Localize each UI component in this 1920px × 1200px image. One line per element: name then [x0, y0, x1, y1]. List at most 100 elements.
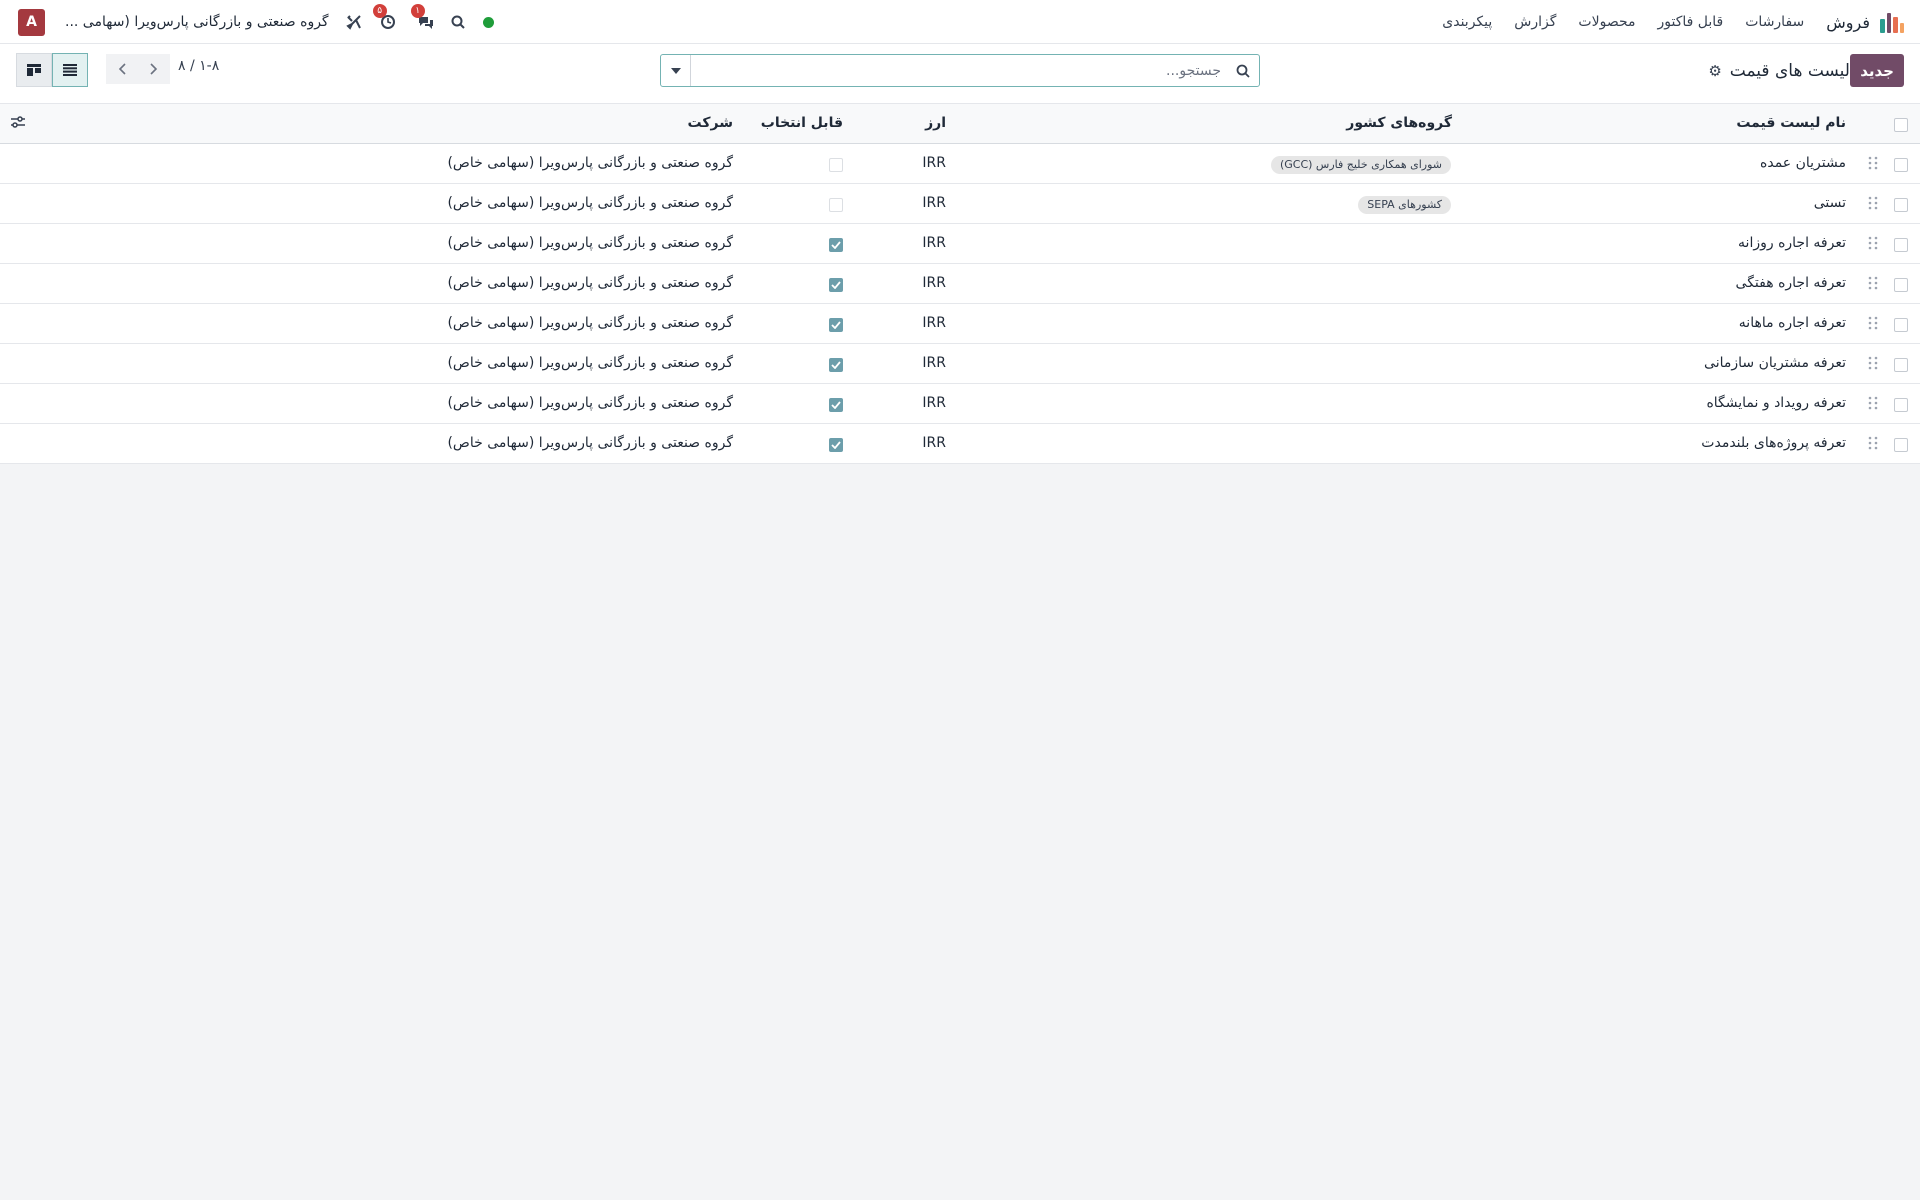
- selectable-checkbox: [829, 158, 843, 172]
- selectable-checkbox: [829, 238, 843, 252]
- table-row[interactable]: تعرفه مشتریان سازمانی IRR گروه صنعتی و باز…: [0, 344, 1920, 384]
- row-checkbox[interactable]: [1894, 278, 1908, 292]
- select-all-checkbox[interactable]: [1894, 118, 1908, 132]
- check-icon: [831, 361, 841, 369]
- search-submit-icon[interactable]: [1233, 61, 1253, 81]
- app-title[interactable]: فروش: [1826, 13, 1870, 32]
- sales-app-icon[interactable]: [1880, 11, 1904, 33]
- row-checkbox[interactable]: [1894, 358, 1908, 372]
- pager-buttons: [106, 54, 170, 84]
- row-checkbox[interactable]: [1894, 398, 1908, 412]
- table-row[interactable]: مشتریان عمده شورای همکاری خلیج فارس (GCC)…: [0, 144, 1920, 184]
- header-name[interactable]: نام لیست قیمت: [1736, 115, 1846, 131]
- drag-handle-icon[interactable]: [1868, 276, 1878, 290]
- optional-columns-icon[interactable]: [10, 114, 26, 130]
- search-bar: [660, 54, 1260, 87]
- drag-handle-icon[interactable]: [1868, 436, 1878, 450]
- list-view-button[interactable]: [52, 53, 88, 87]
- pricelist-name[interactable]: تعرفه پروژه‌های بلندمدت: [1701, 435, 1846, 451]
- pager-previous-button[interactable]: [106, 54, 138, 84]
- company-value: گروه صنعتی و بازرگانی پارس‌ویرا (سهامی خ…: [447, 315, 733, 331]
- table-row[interactable]: تعرفه اجاره هفتگی IRR گروه صنعتی و بازرگان…: [0, 264, 1920, 304]
- kanban-view-button[interactable]: [16, 53, 52, 87]
- table-row[interactable]: تعرفه اجاره روزانه IRR گروه صنعتی و بازرگا…: [0, 224, 1920, 264]
- header-currency[interactable]: ارز: [925, 115, 946, 131]
- connection-status-dot: [482, 16, 494, 28]
- company-value: گروه صنعتی و بازرگانی پارس‌ویرا (سهامی خ…: [447, 435, 733, 451]
- company-value: گروه صنعتی و بازرگانی پارس‌ویرا (سهامی خ…: [447, 355, 733, 371]
- company-switcher[interactable]: گروه صنعتی و بازرگانی پارس‌ویرا (سهامی .…: [65, 14, 329, 30]
- pricelist-table: نام لیست قیمت گروه‌های کشور ارز قابل انت…: [0, 104, 1920, 464]
- menu-item-configuration[interactable]: پیکربندی: [1442, 14, 1492, 30]
- search-options-toggle[interactable]: [661, 55, 691, 86]
- new-button[interactable]: جدید: [1850, 54, 1904, 87]
- row-checkbox[interactable]: [1894, 158, 1908, 172]
- row-checkbox[interactable]: [1894, 238, 1908, 252]
- systray: A گروه صنعتی و بازرگانی پارس‌ویرا (سهامی…: [18, 0, 494, 44]
- header-selectable[interactable]: قابل انتخاب: [761, 115, 843, 131]
- drag-handle-icon[interactable]: [1868, 196, 1878, 210]
- currency-value: IRR: [922, 195, 946, 211]
- menu-item-to-invoice[interactable]: قابل فاکتور: [1658, 14, 1724, 30]
- check-icon: [831, 281, 841, 289]
- pricelist-name[interactable]: تستی: [1814, 195, 1846, 211]
- debug-tools-icon[interactable]: [345, 13, 363, 31]
- search-icon[interactable]: [449, 13, 467, 31]
- pricelist-name[interactable]: مشتریان عمده: [1760, 155, 1846, 171]
- header-company[interactable]: شرکت: [688, 115, 733, 131]
- page-title: لیست های قیمت: [1729, 61, 1850, 81]
- table-header: نام لیست قیمت گروه‌های کشور ارز قابل انت…: [0, 104, 1920, 144]
- currency-value: IRR: [922, 235, 946, 251]
- control-panel: جدید لیست های قیمت ⚙ ۱-۸ / ۸: [0, 44, 1920, 104]
- pricelist-name[interactable]: تعرفه اجاره روزانه: [1738, 235, 1846, 251]
- currency-value: IRR: [922, 435, 946, 451]
- search-input[interactable]: [695, 55, 1225, 86]
- gear-icon[interactable]: ⚙: [1708, 62, 1721, 80]
- drag-handle-icon[interactable]: [1868, 236, 1878, 250]
- top-navbar: فروش سفارشات قابل فاکتور محصولات گزارش پ…: [0, 0, 1920, 44]
- pager-next-button[interactable]: [138, 54, 170, 84]
- row-checkbox[interactable]: [1894, 318, 1908, 332]
- currency-value: IRR: [922, 395, 946, 411]
- selectable-checkbox: [829, 438, 843, 452]
- activity-badge: ۵: [372, 4, 387, 18]
- chevron-right-icon: [150, 63, 158, 75]
- user-avatar[interactable]: A: [18, 8, 45, 36]
- table-row[interactable]: تعرفه رویداد و نمایشگاه IRR گروه صنعتی و ب…: [0, 384, 1920, 424]
- pricelist-name[interactable]: تعرفه مشتریان سازمانی: [1704, 355, 1846, 371]
- pricelist-name[interactable]: تعرفه اجاره هفتگی: [1736, 275, 1846, 291]
- drag-handle-icon[interactable]: [1868, 396, 1878, 410]
- main-menu: فروش سفارشات قابل فاکتور محصولات گزارش پ…: [1420, 0, 1904, 44]
- table-row[interactable]: تعرفه اجاره ماهانه IRR گروه صنعتی و بازرگا…: [0, 304, 1920, 344]
- selectable-checkbox: [829, 198, 843, 212]
- row-checkbox[interactable]: [1894, 438, 1908, 452]
- drag-handle-icon[interactable]: [1868, 156, 1878, 170]
- currency-value: IRR: [922, 315, 946, 331]
- country-group-tag: کشورهای SEPA: [1358, 196, 1451, 214]
- header-country-groups[interactable]: گروه‌های کشور: [1346, 115, 1452, 131]
- row-checkbox[interactable]: [1894, 198, 1908, 212]
- pricelist-name[interactable]: تعرفه رویداد و نمایشگاه: [1706, 395, 1846, 411]
- pager-value[interactable]: ۱-۸ / ۸: [178, 58, 219, 74]
- pricelist-name[interactable]: تعرفه اجاره ماهانه: [1739, 315, 1846, 331]
- company-value: گروه صنعتی و بازرگانی پارس‌ویرا (سهامی خ…: [447, 155, 733, 171]
- menu-item-orders[interactable]: سفارشات: [1745, 14, 1804, 30]
- selectable-checkbox: [829, 278, 843, 292]
- drag-handle-icon[interactable]: [1868, 356, 1878, 370]
- table-row[interactable]: تستی کشورهای SEPA IRR گروه صنعتی و بازرگانی…: [0, 184, 1920, 224]
- view-switcher: [16, 53, 88, 87]
- drag-handle-icon[interactable]: [1868, 316, 1878, 330]
- activity-clock-icon[interactable]: ۵: [372, 4, 397, 31]
- table-row[interactable]: تعرفه پروژه‌های بلندمدت IRR گروه صنعتی و ب…: [0, 424, 1920, 464]
- caret-down-icon: [670, 67, 681, 74]
- kanban-icon: [27, 64, 41, 76]
- currency-value: IRR: [922, 155, 946, 171]
- menu-item-reporting[interactable]: گزارش: [1514, 14, 1556, 30]
- menu-item-products[interactable]: محصولات: [1578, 14, 1635, 30]
- check-icon: [831, 241, 841, 249]
- messages-icon[interactable]: ۱: [410, 4, 435, 31]
- currency-value: IRR: [922, 275, 946, 291]
- chevron-left-icon: [118, 63, 126, 75]
- messages-badge: ۱: [410, 4, 425, 18]
- country-group-tag: شورای همکاری خلیج فارس (GCC): [1270, 156, 1451, 174]
